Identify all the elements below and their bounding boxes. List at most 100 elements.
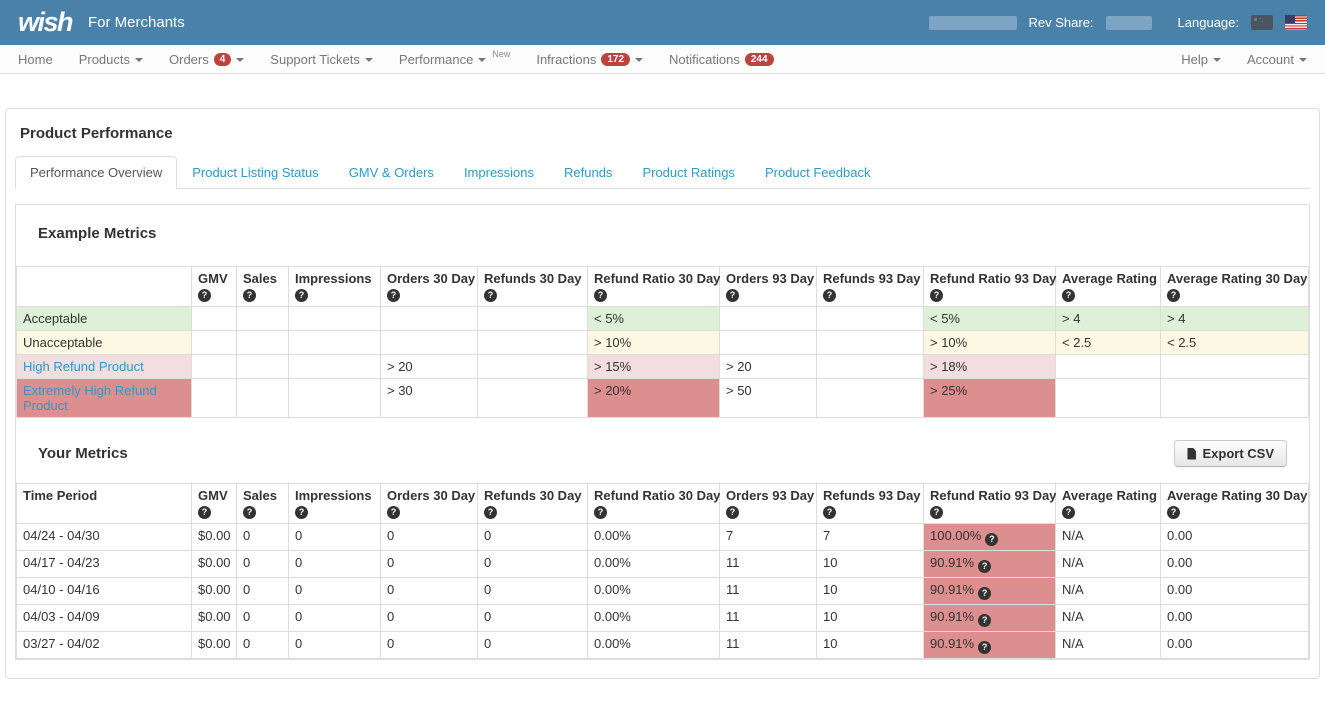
nav-products[interactable]: Products — [66, 52, 156, 67]
rev-share-label: Rev Share: — [1029, 15, 1094, 30]
info-icon[interactable]: ? — [726, 506, 739, 519]
example-metrics-table: GMV? Sales? Impressions? Orders 30 Day? … — [16, 266, 1309, 418]
info-icon[interactable]: ? — [243, 506, 256, 519]
cell-orders-30: 0 — [381, 632, 478, 659]
cell-refund-ratio-30: > 10% — [588, 331, 720, 355]
us-flag-icon[interactable] — [1285, 15, 1307, 30]
info-icon[interactable]: ? — [198, 506, 211, 519]
col-header-orders-93: Orders 93 Day? — [720, 267, 817, 307]
info-icon[interactable]: ? — [387, 506, 400, 519]
cell-impressions: 0 — [289, 632, 381, 659]
tab-impressions[interactable]: Impressions — [449, 156, 549, 189]
china-flag-icon[interactable] — [1251, 15, 1273, 30]
cell-average-rating: > 4 — [1056, 307, 1161, 331]
nav-notifications[interactable]: Notifications244 — [656, 52, 787, 67]
notifications-badge: 244 — [745, 53, 774, 66]
cell-average-rating-30: 0.00 — [1161, 551, 1309, 578]
info-icon[interactable]: ? — [985, 533, 998, 546]
nav-help[interactable]: Help — [1168, 52, 1234, 67]
info-icon[interactable]: ? — [484, 506, 497, 519]
nav-performance[interactable]: PerformanceNew — [386, 52, 523, 67]
export-csv-button[interactable]: Export CSV — [1174, 440, 1287, 467]
info-icon[interactable]: ? — [387, 289, 400, 302]
file-icon — [1187, 448, 1196, 460]
empty-cell — [381, 331, 478, 355]
nav-support-tickets[interactable]: Support Tickets — [257, 52, 386, 67]
info-icon[interactable]: ? — [295, 506, 308, 519]
col-header-time-period: Time Period — [17, 484, 192, 524]
tab-product-listing-status[interactable]: Product Listing Status — [177, 156, 333, 189]
your-metrics-title: Your Metrics — [38, 445, 128, 462]
info-icon[interactable]: ? — [243, 289, 256, 302]
info-icon[interactable]: ? — [1062, 289, 1075, 302]
table-row: Unacceptable > 10% > 10% < 2.5 < 2.5 — [17, 331, 1309, 355]
cell-time-period: 03/27 - 04/02 — [17, 632, 192, 659]
cell-orders-30: 0 — [381, 578, 478, 605]
cell-average-rating: N/A — [1056, 551, 1161, 578]
info-icon[interactable]: ? — [978, 614, 991, 627]
info-icon[interactable]: ? — [198, 289, 211, 302]
info-icon[interactable]: ? — [594, 289, 607, 302]
empty-cell — [192, 355, 237, 379]
info-icon[interactable]: ? — [823, 289, 836, 302]
chevron-down-icon — [478, 58, 486, 62]
nav-infractions[interactable]: Infractions172 — [523, 52, 656, 67]
info-icon[interactable]: ? — [726, 289, 739, 302]
info-icon[interactable]: ? — [978, 641, 991, 654]
cell-refund-ratio-30: 0.00% — [588, 524, 720, 551]
empty-cell — [289, 331, 381, 355]
empty-cell — [817, 331, 924, 355]
info-icon[interactable]: ? — [594, 506, 607, 519]
cell-refund-ratio-93: > 18% — [924, 355, 1056, 379]
col-header-orders-30: Orders 30 Day? — [381, 267, 478, 307]
cell-refunds-93: 10 — [817, 605, 924, 632]
col-header-impressions: Impressions? — [289, 267, 381, 307]
empty-cell — [1056, 355, 1161, 379]
tab-performance-overview[interactable]: Performance Overview — [15, 156, 177, 189]
col-header-average-rating-30: Average Rating 30 Day? — [1161, 484, 1309, 524]
col-header-refund-ratio-93: Refund Ratio 93 Day? — [924, 484, 1056, 524]
info-icon[interactable]: ? — [1167, 506, 1180, 519]
nav-account[interactable]: Account — [1234, 52, 1320, 67]
cell-average-rating-30: 0.00 — [1161, 605, 1309, 632]
nav-home[interactable]: Home — [5, 52, 66, 67]
cell-gmv: $0.00 — [192, 524, 237, 551]
empty-cell — [478, 331, 588, 355]
empty-cell — [817, 355, 924, 379]
col-header-sales: Sales? — [237, 267, 289, 307]
info-icon[interactable]: ? — [978, 560, 991, 573]
info-icon[interactable]: ? — [295, 289, 308, 302]
cell-average-rating-30: < 2.5 — [1161, 331, 1309, 355]
header-row: GMV? Sales? Impressions? Orders 30 Day? … — [17, 267, 1309, 307]
high-refund-product-link[interactable]: High Refund Product — [23, 359, 144, 374]
info-icon[interactable]: ? — [823, 506, 836, 519]
tab-refunds[interactable]: Refunds — [549, 156, 627, 189]
cell-average-rating: N/A — [1056, 578, 1161, 605]
cell-average-rating: N/A — [1056, 632, 1161, 659]
info-icon[interactable]: ? — [930, 506, 943, 519]
cell-time-period: 04/17 - 04/23 — [17, 551, 192, 578]
cell-refund-ratio-30: < 5% — [588, 307, 720, 331]
info-icon[interactable]: ? — [930, 289, 943, 302]
info-icon[interactable]: ? — [484, 289, 497, 302]
nav-orders[interactable]: Orders4 — [156, 52, 257, 67]
extremely-high-refund-product-link[interactable]: Extremely High Refund Product — [23, 383, 157, 413]
info-icon[interactable]: ? — [1062, 506, 1075, 519]
cell-refunds-93: 10 — [817, 632, 924, 659]
tab-product-feedback[interactable]: Product Feedback — [750, 156, 886, 189]
redacted-rev-share-value — [1106, 16, 1152, 30]
tab-product-ratings[interactable]: Product Ratings — [627, 156, 750, 189]
cell-refund-ratio-30: 0.00% — [588, 551, 720, 578]
metrics-panel: Example Metrics GMV? Sales? Impressions?… — [15, 204, 1310, 660]
info-icon[interactable]: ? — [1167, 289, 1180, 302]
cell-orders-93: 7 — [720, 524, 817, 551]
table-row: Acceptable < 5% < 5% > 4 > 4 — [17, 307, 1309, 331]
tab-gmv-orders[interactable]: GMV & Orders — [334, 156, 449, 189]
cell-refund-ratio-93: 90.91%? — [924, 578, 1056, 605]
main-nav: Home Products Orders4 Support Tickets Pe… — [0, 45, 1325, 74]
info-icon[interactable]: ? — [978, 587, 991, 600]
cell-average-rating-30: 0.00 — [1161, 632, 1309, 659]
cell-sales: 0 — [237, 632, 289, 659]
cell-orders-30: > 30 — [381, 379, 478, 418]
chevron-down-icon — [365, 58, 373, 62]
